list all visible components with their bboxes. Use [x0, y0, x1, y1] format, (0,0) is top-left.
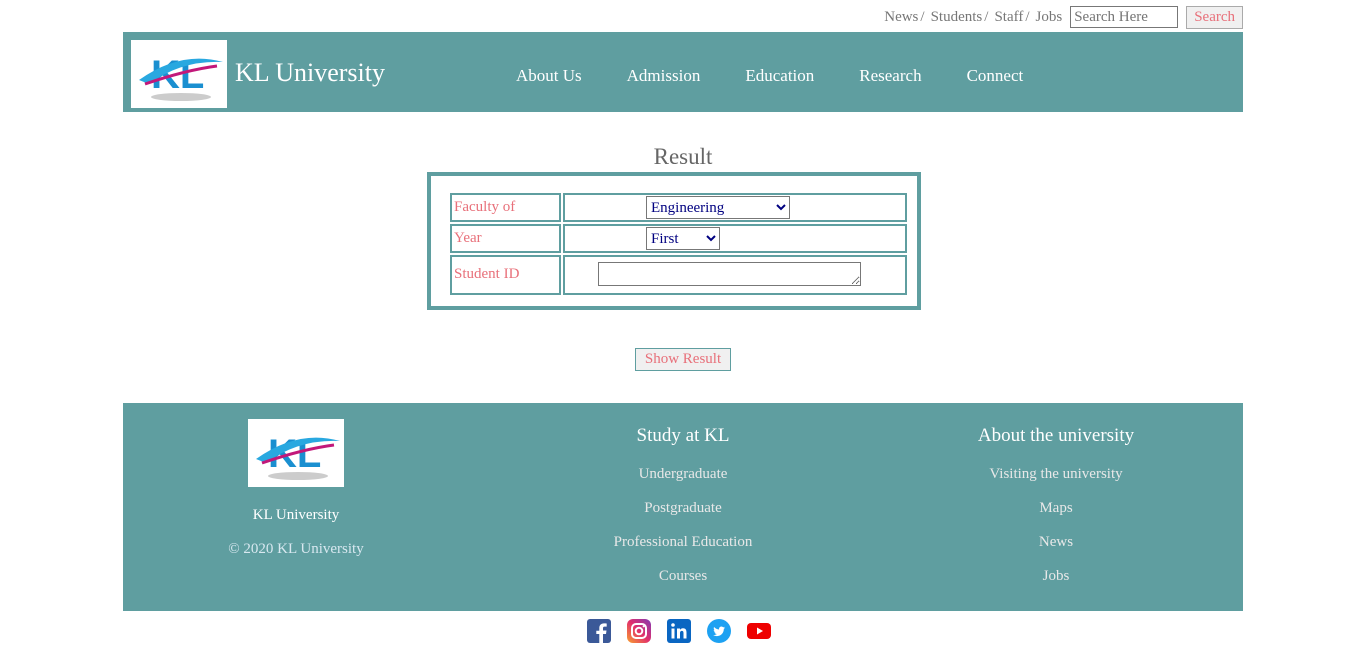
footer-link-undergraduate[interactable]: Undergraduate — [508, 466, 858, 483]
footer-link-maps[interactable]: Maps — [881, 500, 1231, 517]
show-result-button[interactable]: Show Result — [635, 348, 731, 371]
faculty-input-cell: Engineering — [563, 193, 907, 222]
main-nav: About Us Admission Education Research Co… — [516, 66, 1068, 86]
top-utility-bar: News / Students / Staff / Jobs Search — [884, 4, 1243, 30]
nav-admission[interactable]: Admission — [627, 66, 701, 86]
footer-link-jobs[interactable]: Jobs — [881, 568, 1231, 585]
social-links — [587, 619, 787, 643]
linkedin-icon[interactable] — [667, 619, 691, 643]
student-id-field[interactable] — [598, 262, 861, 286]
footer-link-courses[interactable]: Courses — [508, 568, 858, 585]
student-id-label-cell: Student ID — [450, 255, 561, 295]
faculty-label-cell: Faculty of — [450, 193, 561, 222]
top-link-jobs[interactable]: Jobs — [1036, 9, 1063, 26]
site-title: KL University — [235, 58, 385, 87]
kl-logo-icon: KL — [256, 432, 340, 480]
top-link-staff[interactable]: Staff — [994, 9, 1023, 26]
search-button[interactable]: Search — [1186, 5, 1243, 29]
site-footer: KL KL University © 2020 KL University St… — [123, 403, 1243, 611]
twitter-icon[interactable] — [707, 619, 731, 643]
link-separator: / — [984, 8, 989, 25]
nav-education[interactable]: Education — [745, 66, 814, 86]
top-link-students[interactable]: Students — [931, 9, 983, 26]
site-header: KL KL University About Us Admission Educ… — [123, 32, 1243, 112]
kl-logo-icon: KL — [139, 53, 223, 101]
footer-link-visiting[interactable]: Visiting the university — [881, 466, 1231, 483]
nav-connect[interactable]: Connect — [967, 66, 1024, 86]
instagram-icon[interactable] — [627, 619, 651, 643]
result-form: Faculty of Engineering Year First Studen… — [427, 172, 921, 310]
about-heading: About the university — [977, 425, 1135, 446]
link-separator: / — [1025, 8, 1030, 25]
faculty-label: Faculty of — [454, 199, 516, 215]
result-title: Result — [653, 144, 713, 169]
footer-link-postgraduate[interactable]: Postgraduate — [508, 500, 858, 517]
year-input-cell: First — [563, 224, 907, 253]
nav-about-us[interactable]: About Us — [516, 66, 582, 86]
year-label-cell: Year — [450, 224, 561, 253]
footer-logo: KL — [248, 419, 344, 487]
student-id-input-cell — [563, 255, 907, 295]
top-link-news[interactable]: News — [884, 9, 918, 26]
footer-link-news[interactable]: News — [881, 534, 1231, 551]
year-select[interactable]: First — [646, 227, 720, 250]
kl-logo[interactable]: KL — [131, 40, 227, 108]
youtube-icon[interactable] — [747, 619, 771, 643]
search-input[interactable] — [1070, 6, 1179, 28]
year-label: Year — [454, 230, 482, 246]
footer-copyright: © 2020 KL University — [228, 541, 364, 557]
faculty-select[interactable]: Engineering — [646, 196, 790, 219]
study-heading: Study at KL — [636, 425, 730, 446]
facebook-icon[interactable] — [587, 619, 611, 643]
nav-research[interactable]: Research — [859, 66, 921, 86]
top-links: News / Students / Staff / Jobs — [884, 9, 1062, 26]
footer-link-professional-education[interactable]: Professional Education — [508, 534, 858, 551]
link-separator: / — [920, 8, 925, 25]
footer-brand: KL University — [252, 507, 340, 523]
student-id-label: Student ID — [454, 266, 520, 282]
